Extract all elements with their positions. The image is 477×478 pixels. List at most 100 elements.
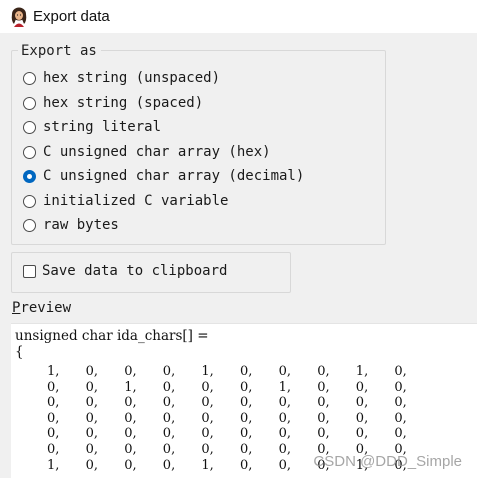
radio-button[interactable] [23,120,36,134]
preview-data-cell: 0, [201,426,214,442]
radio-label: C unsigned char array (hex) [43,144,271,160]
preview-data-cell: 0, [355,395,369,411]
preview-data-cell: 0, [355,441,369,457]
preview-data-cell: 1, [201,457,214,473]
preview-data-cell: 0, [85,364,98,379]
preview-data-cell: 0, [394,441,407,457]
preview-data-cell: 0, [240,457,253,473]
preview-data-cell: 0, [240,379,253,395]
preview-declaration: unsigned char ida_chars[] = [15,328,209,344]
radio-button[interactable] [23,145,36,159]
preview-data-cell: 0, [278,395,291,411]
preview-data-cell: 0, [162,379,176,395]
preview-data-cell: 0, [47,426,60,442]
preview-data-cell: 0, [124,395,137,411]
preview-data-cell: 0, [394,426,407,442]
preview-data-cell: 0, [85,410,98,426]
preview-data-cell: 0, [47,395,60,411]
preview-data-cell: 0, [124,364,137,379]
radio-hex-string-spaced[interactable]: hex string (spaced) [23,93,203,113]
preview-data-cell: 0, [394,364,407,379]
radio-label: string literal [43,119,162,135]
preview-data-cell: 0, [85,426,98,442]
radio-label: hex string (spaced) [43,95,204,111]
preview-header: unsigned char ida_chars[] = { [15,328,209,360]
save-to-clipboard-label: Save data to clipboard [42,263,228,279]
preview-data-cell: 0, [317,395,330,411]
preview-data-cell: 0, [124,410,137,426]
window-title: Export data [33,8,110,25]
preview-data-cell: 0, [317,410,330,426]
preview-data-cell: 0, [162,457,176,473]
preview-data-cell: 0, [201,441,214,457]
preview-data-cell: 0, [317,379,330,395]
preview-data-cell: 0, [47,379,60,395]
radio-button[interactable] [23,71,36,85]
radio-c-array-hex[interactable]: C unsigned char array (hex) [23,142,271,162]
preview-data-cell: 0, [394,395,407,411]
radio-button[interactable] [23,194,36,208]
preview-data-cell: 1, [47,364,60,379]
preview-data-cell: 0, [85,441,98,457]
preview-data-cell: 0, [278,457,291,473]
title-bar: Export data [0,0,477,33]
preview-data-cell: 0, [85,395,98,411]
preview-data-cell: 0, [240,426,253,442]
preview-data-cell: 0, [240,364,253,379]
preview-data-cell: 0, [394,410,407,426]
preview-data-cell: 0, [278,364,291,379]
preview-data-cell: 0, [162,410,176,426]
radio-label: C unsigned char array (decimal) [43,168,305,184]
preview-data-cell: 0, [124,457,137,473]
export-data-dialog: Export data Export as hex string (unspac… [0,0,477,478]
preview-data-cell: 1, [278,379,291,395]
preview-data-cell: 0, [47,441,60,457]
preview-data-cell: 1, [124,379,137,395]
radio-string-literal[interactable]: string literal [23,117,161,137]
radio-c-array-decimal[interactable]: C unsigned char array (decimal) [23,166,304,186]
radio-label: initialized C variable [43,193,229,209]
preview-data-cell: 0, [162,441,176,457]
preview-data-cell: 0, [317,457,330,473]
preview-data-cell: 0, [355,379,369,395]
radio-button[interactable] [23,96,36,110]
radio-initialized-c-variable[interactable]: initialized C variable [23,191,228,211]
radio-hex-string-unspaced[interactable]: hex string (unspaced) [23,68,220,88]
preview-data-cell: 0, [201,410,214,426]
preview-data-cell: 0, [278,441,291,457]
preview-data-cell: 0, [240,395,253,411]
export-as-group: Export as hex string (unspaced) hex stri… [11,43,386,245]
clipboard-group: Save data to clipboard [11,252,291,293]
radio-label: hex string (unspaced) [43,70,221,86]
preview-data-cell: 0, [278,410,291,426]
preview-data-cell: 0, [355,410,369,426]
radio-button-selected[interactable] [23,169,36,183]
preview-data-cell: 0, [317,441,330,457]
preview-data-cell: 0, [355,426,369,442]
save-to-clipboard-option[interactable]: Save data to clipboard [23,263,227,279]
preview-data-cell: 1, [47,457,60,473]
preview-data-cell: 0, [317,364,330,379]
preview-label: Preview [12,300,71,316]
preview-data-cell: 0, [124,441,137,457]
preview-data-cell: 1, [201,364,214,379]
preview-data-cell: 0, [394,457,407,473]
preview-text-area[interactable]: unsigned char ida_chars[] = { 1, 0, 0, 0, 1,… [11,323,477,478]
preview-data-cell: 0, [85,457,98,473]
preview-data-cell: 0, [317,426,330,442]
preview-data-cell: 0, [162,395,176,411]
preview-data-cell: 0, [85,379,98,395]
preview-data-cell: 0, [278,426,291,442]
preview-data-cell: 0, [240,410,253,426]
preview-data-cell: 1, [355,364,369,379]
preview-label-text: review [20,300,72,316]
preview-data-cell: 0, [162,426,176,442]
preview-data-cell: 0, [394,379,407,395]
preview-data-cell: 0, [124,426,137,442]
save-to-clipboard-checkbox[interactable] [23,264,36,278]
preview-data-cell: 0, [47,410,60,426]
radio-button[interactable] [23,218,36,232]
radio-raw-bytes[interactable]: raw bytes [23,215,119,235]
preview-data-cell: 0, [201,379,214,395]
preview-open-brace: { [15,344,24,360]
